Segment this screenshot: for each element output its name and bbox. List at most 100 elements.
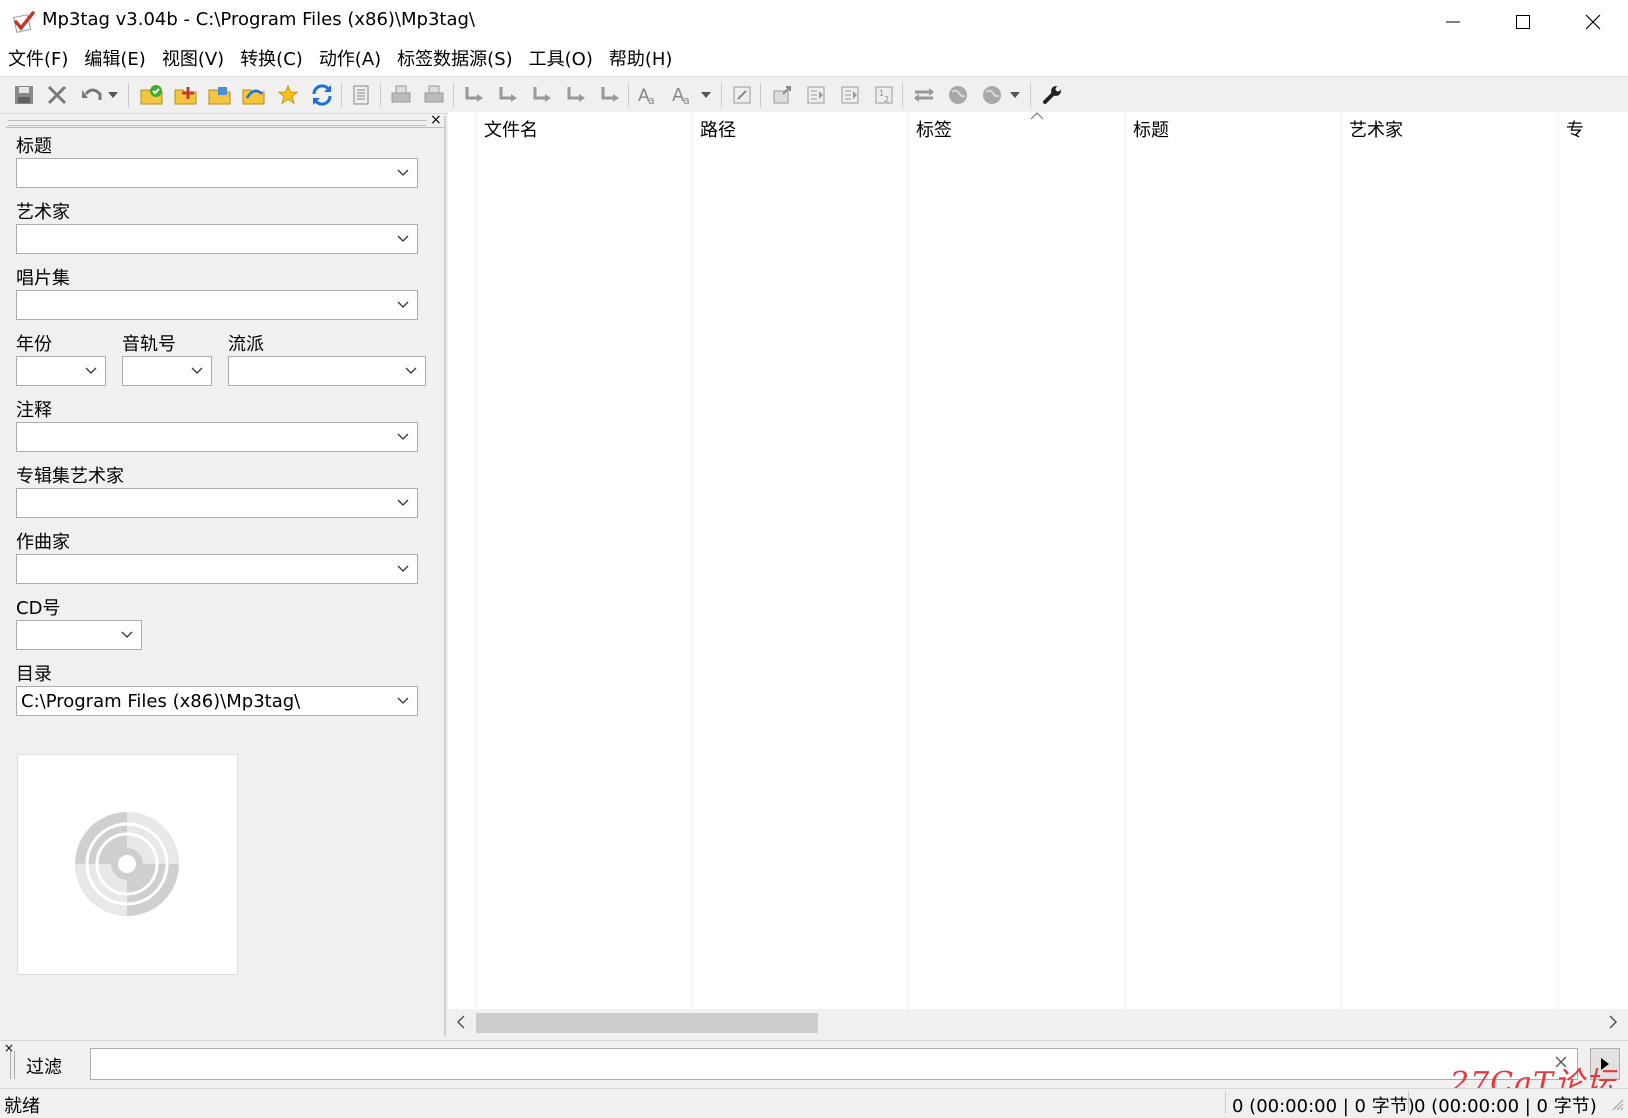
print-button[interactable] — [387, 82, 415, 108]
track-combo[interactable] — [122, 356, 212, 386]
window-title: Mp3tag v3.04b - C:\Program Files (x86)\M… — [42, 9, 475, 30]
filename-to-tag-button[interactable] — [494, 82, 522, 108]
album-label: 唱片集 — [16, 268, 70, 289]
printer-icon — [391, 85, 411, 103]
composer-combo[interactable] — [16, 554, 418, 584]
open-folder-button[interactable] — [206, 82, 234, 108]
svg-text:2: 2 — [884, 95, 889, 104]
filter-grip[interactable] — [10, 1051, 15, 1079]
save-icon — [15, 86, 33, 104]
globe-icon — [949, 86, 967, 104]
scrollbar-thumb[interactable] — [476, 1013, 818, 1033]
text-action-icon: Aa — [672, 85, 690, 106]
genre-label: 流派 — [228, 334, 264, 355]
column-header-filename[interactable]: 文件名 — [484, 116, 538, 142]
album-combo[interactable] — [16, 290, 418, 320]
extended-tags-button[interactable] — [347, 82, 375, 108]
mp3tag-window: Mp3tag v3.04b - C:\Program Files (x86)\M… — [0, 0, 1628, 1117]
case-convert-icon: Aa — [638, 86, 655, 106]
comment-label: 注释 — [16, 400, 52, 421]
playlist-folder-button[interactable] — [240, 82, 268, 108]
menu-convert[interactable]: 转换(C) — [236, 44, 307, 76]
maximize-button[interactable] — [1488, 0, 1558, 44]
disc-number-combo[interactable] — [16, 620, 142, 650]
export-button[interactable] — [768, 82, 796, 108]
cover-art-box[interactable] — [17, 754, 238, 975]
panel-grip[interactable] — [8, 120, 426, 126]
column-header-artist[interactable]: 艺术家 — [1349, 116, 1403, 142]
horizontal-scrollbar[interactable] — [448, 1009, 1628, 1036]
printer-alt-icon — [424, 85, 444, 103]
auto-numbering-button[interactable]: 12 — [870, 82, 898, 108]
year-combo[interactable] — [16, 356, 106, 386]
close-button[interactable] — [1558, 0, 1628, 44]
minimize-button[interactable] — [1418, 0, 1488, 44]
file-list[interactable]: 文件名 路径 标签 标题 艺术家 专 — [448, 112, 1628, 1036]
comment-combo[interactable] — [16, 422, 418, 452]
playlist-alt-button[interactable] — [836, 82, 864, 108]
chevron-down-icon — [121, 631, 133, 638]
favorites-button[interactable] — [274, 82, 302, 108]
resize-grip-icon[interactable] — [1610, 1097, 1624, 1111]
change-directory-button[interactable] — [138, 82, 166, 108]
column-header-album-cut[interactable]: 专 — [1566, 116, 1584, 142]
menu-edit[interactable]: 编辑(E) — [80, 44, 149, 76]
globe-icon — [983, 86, 1001, 104]
menu-view[interactable]: 视图(V) — [158, 44, 228, 76]
tag-panel: × 标题 艺术家 唱片集 年份 音轨号 流派 注释 专辑集艺术家 作曲家 CD号… — [4, 112, 446, 1036]
playlist-button[interactable] — [802, 82, 830, 108]
actions-button[interactable]: Aa — [668, 82, 696, 108]
print-preview-button[interactable] — [420, 82, 448, 108]
column-header-title[interactable]: 标题 — [1133, 116, 1169, 142]
text-to-tag-button[interactable] — [562, 82, 590, 108]
undo-button[interactable] — [78, 82, 106, 108]
freedb-button[interactable] — [910, 82, 938, 108]
album-artist-combo[interactable] — [16, 488, 418, 518]
panel-close-icon[interactable]: × — [430, 112, 442, 128]
menu-tag-sources[interactable]: 标签数据源(S) — [393, 44, 516, 76]
convert-arrow-icon — [465, 87, 483, 102]
actions-dropdown[interactable] — [699, 82, 713, 108]
menu-tools[interactable]: 工具(O) — [525, 44, 597, 76]
title-label: 标题 — [16, 136, 52, 157]
quick-action-button[interactable]: Aa — [634, 82, 662, 108]
artist-combo[interactable] — [16, 224, 418, 254]
menu-help[interactable]: 帮助(H) — [605, 44, 677, 76]
playlist-icon — [807, 86, 825, 104]
status-selected-count: 0 (00:00:00 | 0 字节) — [1232, 1096, 1415, 1117]
scroll-right-icon[interactable] — [1608, 1014, 1618, 1030]
tag-sources-dropdown[interactable] — [1008, 82, 1022, 108]
status-total-count: 0 (00:00:00 | 0 字节) — [1414, 1096, 1597, 1117]
directory-combo[interactable]: C:\Program Files (x86)\Mp3tag\ — [16, 686, 418, 716]
mp3tag-app-icon — [12, 10, 36, 34]
tag-to-tag-button[interactable] — [596, 82, 624, 108]
disc-number-label: CD号 — [16, 598, 61, 619]
dropdown-arrow-icon — [108, 92, 118, 98]
chevron-down-icon — [397, 697, 409, 704]
scroll-left-icon[interactable] — [456, 1014, 466, 1030]
artist-label: 艺术家 — [16, 202, 70, 223]
remove-tag-button[interactable] — [43, 82, 71, 108]
add-directory-button[interactable] — [172, 82, 200, 108]
genre-combo[interactable] — [228, 356, 426, 386]
status-bar: 就绪 0 (00:00:00 | 0 字节) 0 (00:00:00 | 0 字… — [0, 1088, 1628, 1117]
title-combo[interactable] — [16, 158, 418, 188]
undo-dropdown[interactable] — [106, 82, 120, 108]
refresh-icon — [312, 84, 332, 106]
document-list-icon — [353, 85, 369, 105]
save-button[interactable] — [10, 82, 38, 108]
options-button[interactable] — [1038, 82, 1066, 108]
filter-input[interactable] — [90, 1048, 1578, 1080]
menu-actions[interactable]: 动作(A) — [315, 44, 385, 76]
chevron-down-icon — [397, 433, 409, 440]
column-header-path[interactable]: 路径 — [700, 116, 736, 142]
tag-sources-button[interactable] — [978, 82, 1006, 108]
refresh-button[interactable] — [308, 82, 336, 108]
filename-to-filename-button[interactable] — [528, 82, 556, 108]
menu-file[interactable]: 文件(F) — [4, 44, 72, 76]
tag-to-filename-button[interactable] — [460, 82, 488, 108]
web-source-button[interactable] — [944, 82, 972, 108]
column-header-tag[interactable]: 标签 — [916, 116, 952, 142]
directory-label: 目录 — [16, 664, 52, 685]
edit-tag-button[interactable] — [728, 82, 756, 108]
